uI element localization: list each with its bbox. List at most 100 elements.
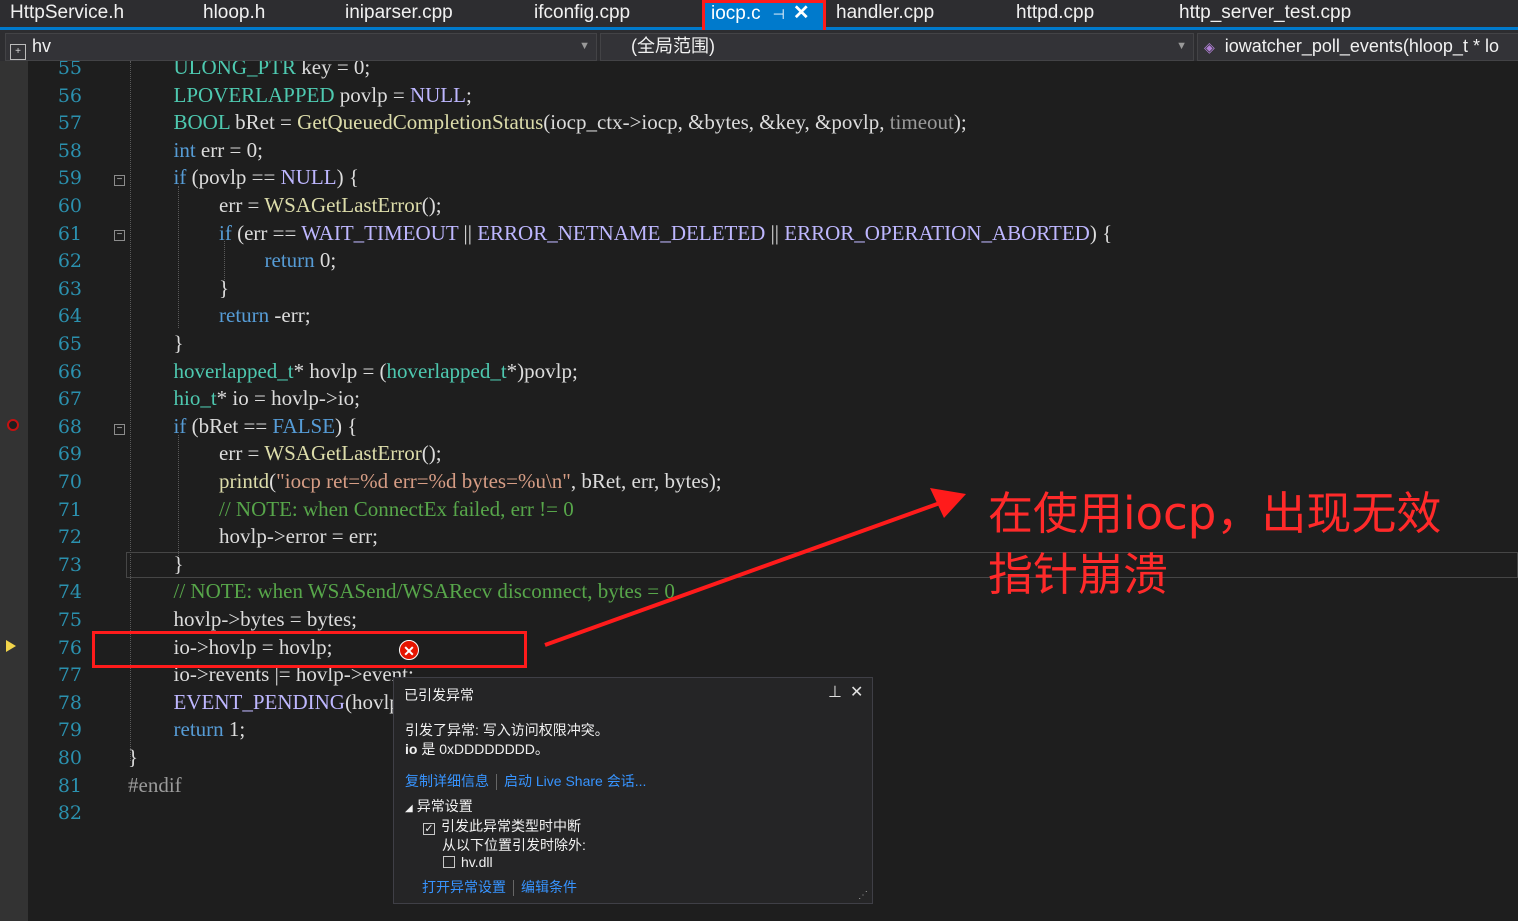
chevron-down-icon: ▼ bbox=[1176, 40, 1187, 52]
exception-helper-popup[interactable]: 已引发异常 ⊥ ✕ 引发了异常: 写入访问权限冲突。 io 是 0xDDDDDD… bbox=[393, 677, 873, 904]
code-line: hovlp->bytes = bytes; bbox=[173, 607, 358, 631]
line-number: 70 bbox=[57, 471, 82, 493]
code-line: // NOTE: when ConnectEx failed, err != 0 bbox=[219, 496, 574, 521]
code-line: hio_t* io = hovlp->io; bbox=[173, 386, 360, 411]
line-number: 79 bbox=[57, 719, 82, 742]
line-number: 60 bbox=[57, 195, 82, 217]
line-number: 82 bbox=[57, 802, 82, 825]
line-number: 77 bbox=[57, 664, 82, 687]
resize-grip-icon[interactable]: ⋰ bbox=[858, 890, 868, 901]
scope-dropdown[interactable]: (全局范围) ▼ bbox=[600, 33, 1194, 61]
line-number: 63 bbox=[57, 277, 82, 300]
copy-details-link[interactable]: 复制详细信息 bbox=[405, 773, 489, 789]
code-line: if (povlp == NULL) { bbox=[173, 165, 359, 190]
line-number: 67 bbox=[57, 388, 82, 411]
annotation-text-line2: 指针崩溃 bbox=[988, 548, 1169, 601]
tab-httpservice-h[interactable]: HttpService.h bbox=[10, 0, 124, 27]
code-line: int err = 0; bbox=[173, 137, 263, 162]
link-separator bbox=[496, 774, 497, 791]
tab-ifconfig-cpp[interactable]: ifconfig.cpp bbox=[534, 0, 630, 27]
break-on-exception-checkbox[interactable]: ✓ bbox=[423, 823, 435, 835]
line-number: 78 bbox=[57, 691, 82, 714]
line-number: 69 bbox=[57, 443, 82, 466]
tab-iniparser-cpp[interactable]: iniparser.cpp bbox=[345, 0, 453, 27]
break-on-exception-label: 引发此异常类型时中断 bbox=[441, 818, 581, 834]
code-line: printd("iocp ret=%d err=%d bytes=%u\n", … bbox=[219, 469, 722, 493]
line-number: 58 bbox=[57, 139, 82, 162]
module-label: hv.dll bbox=[461, 854, 493, 870]
exception-detail: io 是 0xDDDDDDDD。 bbox=[405, 739, 549, 759]
popup-title: 已引发异常 bbox=[404, 687, 474, 703]
tab-handler-cpp[interactable]: handler.cpp bbox=[836, 0, 934, 27]
code-line: } bbox=[128, 745, 139, 769]
line-number: 57 bbox=[57, 112, 82, 135]
line-number: 66 bbox=[57, 360, 82, 383]
line-number: 59 bbox=[57, 167, 82, 190]
module-checkbox[interactable] bbox=[443, 856, 455, 868]
exception-detail-text: 是 0xDDDDDDDD。 bbox=[417, 741, 549, 757]
line-number: 81 bbox=[57, 774, 82, 797]
line-number: 64 bbox=[57, 305, 82, 328]
line-number: 61 bbox=[57, 222, 82, 245]
code-line: } bbox=[173, 331, 184, 355]
exception-settings-label: 异常设置 bbox=[416, 798, 473, 814]
line-number: 65 bbox=[57, 333, 82, 355]
code-line: } bbox=[173, 551, 184, 576]
navigation-bar: + hv ▼ (全局范围) ▼ ◈ iowatcher_poll_events(hl… bbox=[0, 30, 1518, 62]
tab-http-server-test-cpp[interactable]: http_server_test.cpp bbox=[1179, 0, 1351, 27]
line-number: 74 bbox=[57, 581, 82, 604]
chevron-down-icon: ▼ bbox=[579, 40, 590, 52]
module-exception-option[interactable]: hv.dll bbox=[443, 854, 493, 870]
code-line: BOOL bRet = GetQueuedCompletionStatus(io… bbox=[173, 110, 967, 135]
exception-variable: io bbox=[405, 741, 418, 757]
popup-bottom-links: 打开异常设置 编辑条件 bbox=[422, 877, 577, 897]
line-number: 56 bbox=[57, 84, 82, 107]
code-line: } bbox=[219, 275, 230, 300]
execution-pointer-icon bbox=[6, 640, 16, 652]
live-share-link[interactable]: 启动 Live Share 会话... bbox=[504, 773, 646, 789]
pin-icon[interactable]: ⊥ bbox=[828, 682, 842, 702]
code-line: err = WSAGetLastError(); bbox=[219, 193, 442, 217]
edit-conditions-link[interactable]: 编辑条件 bbox=[521, 879, 577, 895]
project-dropdown[interactable]: + hv ▼ bbox=[5, 33, 597, 61]
line-number: 80 bbox=[57, 747, 82, 769]
line-number: 75 bbox=[57, 609, 82, 631]
collapse-icon[interactable]: − bbox=[114, 424, 125, 435]
exception-settings-header[interactable]: ◢ 异常设置 bbox=[405, 796, 473, 816]
project-icon: + bbox=[10, 44, 26, 60]
exception-message: 引发了异常: 写入访问权限冲突。 bbox=[405, 722, 609, 738]
indent-guide bbox=[178, 435, 179, 560]
crash-line-highlight-box bbox=[92, 631, 527, 668]
close-icon[interactable]: ✕ bbox=[850, 682, 863, 702]
code-line: return 1; bbox=[173, 717, 246, 742]
line-number: 71 bbox=[57, 498, 82, 521]
line-number: 62 bbox=[57, 250, 82, 273]
tab-httpd-cpp[interactable]: httpd.cpp bbox=[1016, 0, 1094, 27]
code-line: err = WSAGetLastError(); bbox=[219, 441, 442, 466]
except-when-label: 从以下位置引发时除外: bbox=[442, 837, 586, 853]
function-dropdown[interactable]: ◈ iowatcher_poll_events(hloop_t * lo bbox=[1197, 33, 1518, 61]
code-line: #endif bbox=[128, 772, 182, 797]
line-number: 68 bbox=[57, 415, 82, 438]
expand-triangle-icon: ◢ bbox=[405, 803, 413, 814]
code-line: return 0; bbox=[264, 248, 337, 273]
open-exception-settings-link[interactable]: 打开异常设置 bbox=[422, 879, 506, 895]
collapse-icon[interactable]: − bbox=[114, 230, 125, 241]
indent-guide bbox=[178, 186, 179, 328]
break-on-exception-option[interactable]: ✓ 引发此异常类型时中断 bbox=[423, 816, 581, 836]
code-line: ULONG_PTR key = 0; bbox=[173, 61, 371, 79]
code-line: hoverlapped_t* hovlp = (hoverlapped_t*)p… bbox=[173, 358, 578, 383]
code-line: return -err; bbox=[219, 303, 311, 328]
link-separator bbox=[513, 880, 514, 897]
tab-hloop-h[interactable]: hloop.h bbox=[203, 0, 265, 27]
popup-links-row: 复制详细信息 启动 Live Share 会话... bbox=[405, 771, 646, 791]
annotation-text-line1: 在使用iocp，出现无效 bbox=[988, 487, 1442, 540]
code-line: if (bRet == FALSE) { bbox=[173, 413, 358, 438]
code-line: hovlp->error = err; bbox=[219, 524, 378, 549]
code-line: if (err == WAIT_TIMEOUT || ERROR_NETNAME… bbox=[219, 220, 1113, 245]
breakpoint-icon[interactable] bbox=[7, 419, 19, 431]
line-number: 72 bbox=[57, 526, 82, 549]
line-number: 73 bbox=[57, 553, 82, 576]
collapse-icon[interactable]: − bbox=[114, 175, 125, 186]
indicator-margin[interactable] bbox=[0, 61, 28, 921]
